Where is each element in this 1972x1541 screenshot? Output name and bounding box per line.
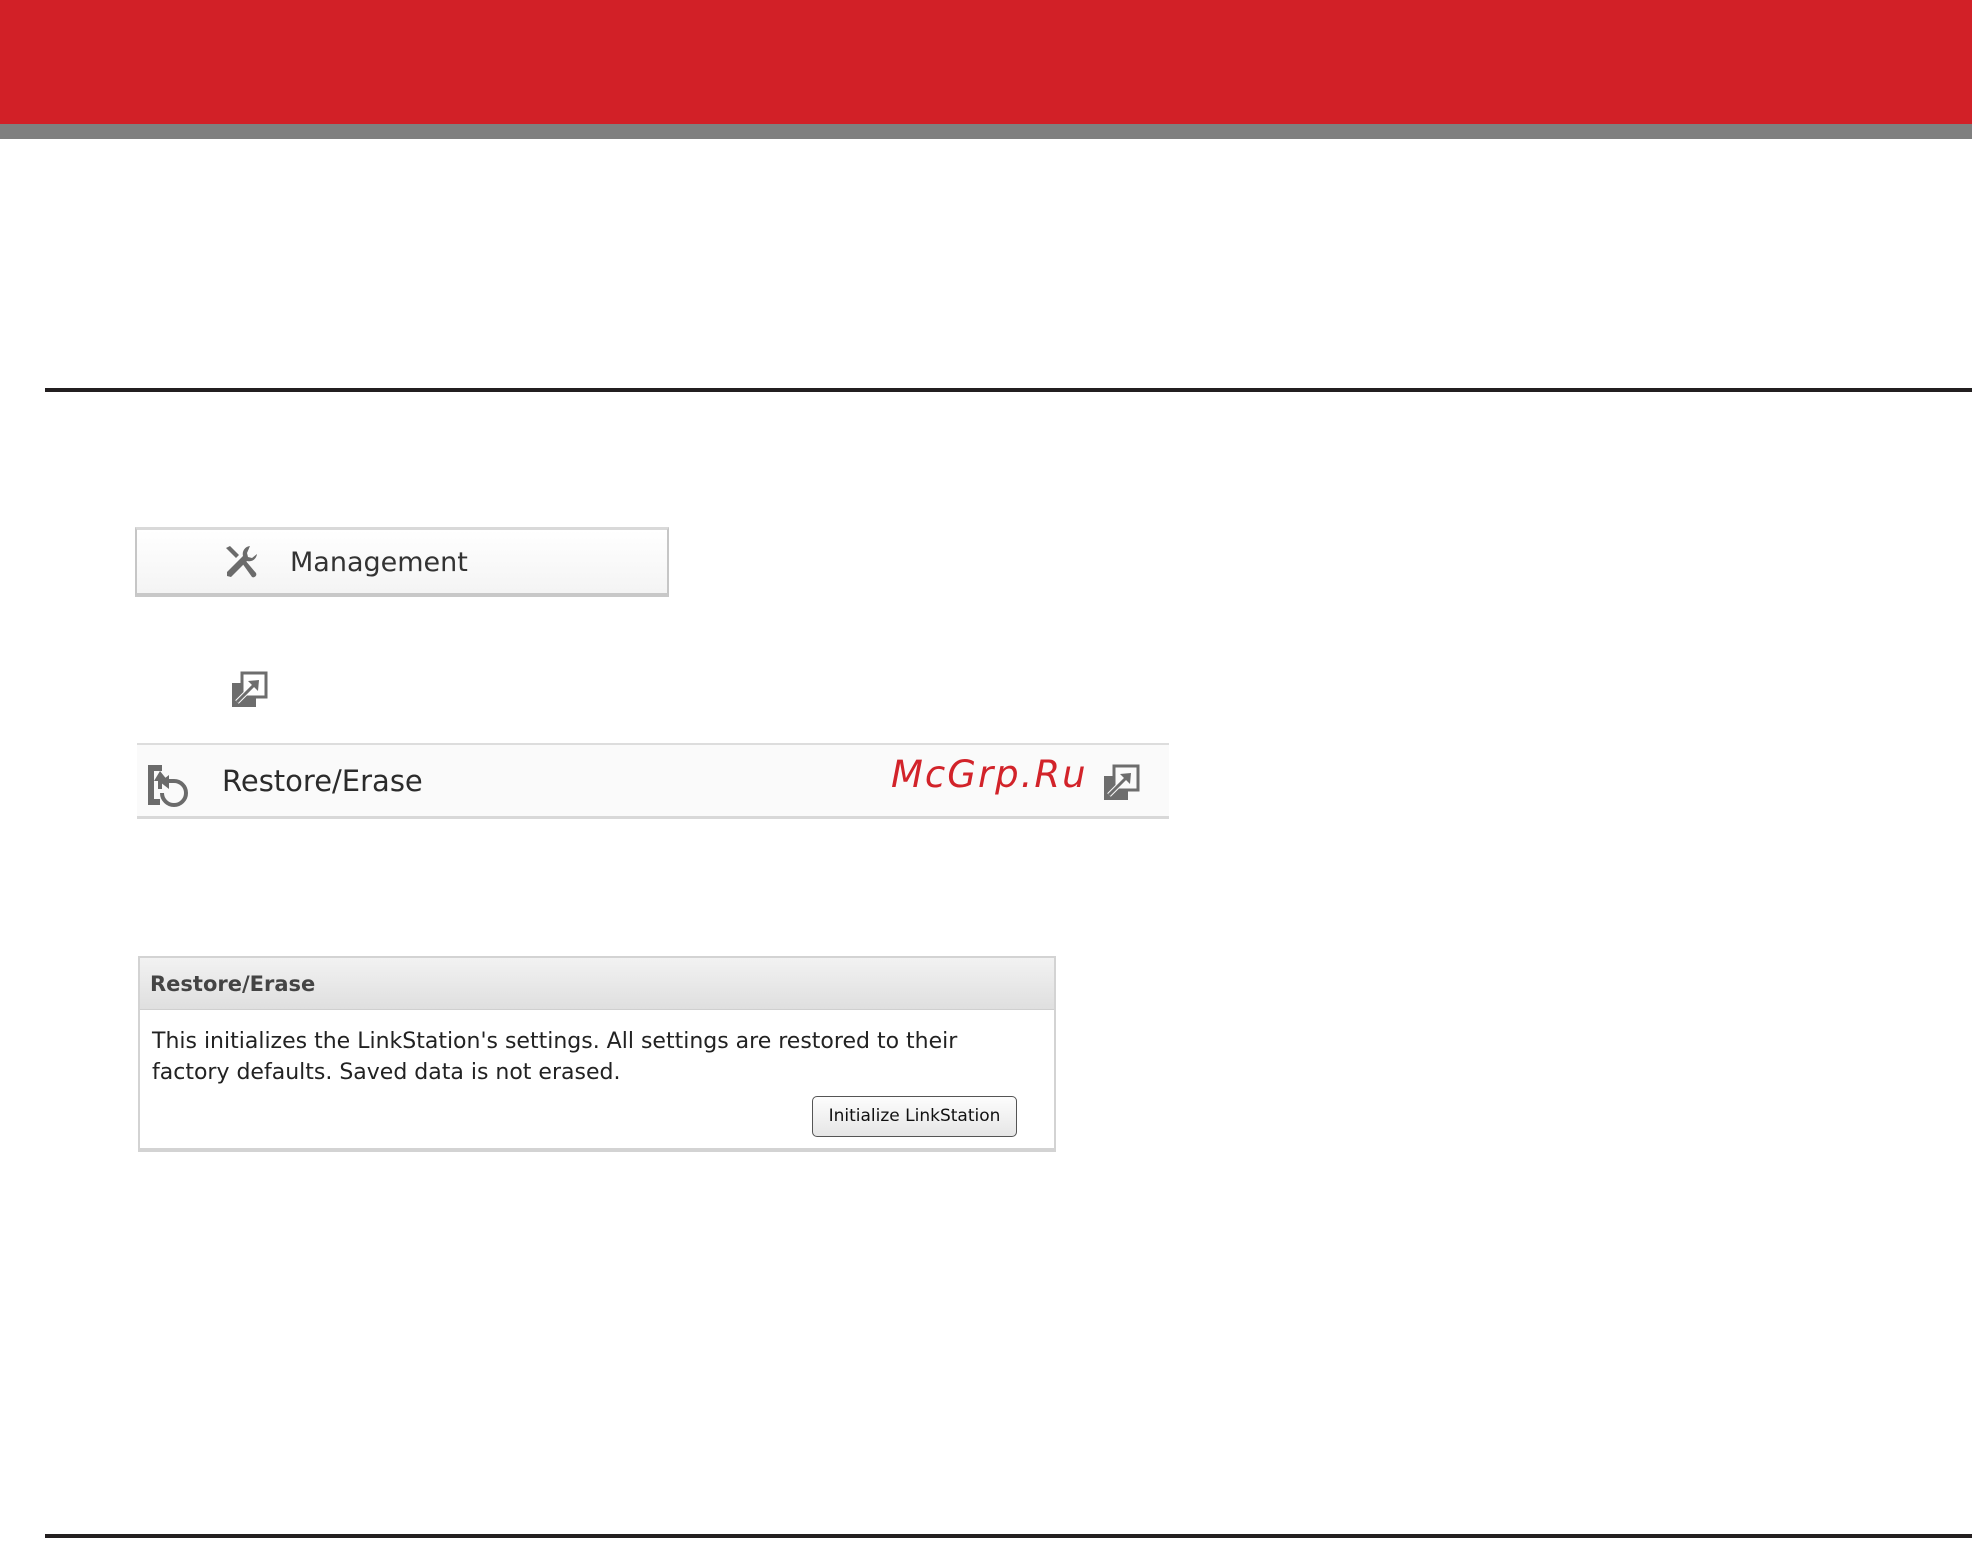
menu-item-restore-erase-label: Restore/Erase (222, 764, 423, 798)
panel-description: This initializes the LinkStation's setti… (152, 1029, 958, 1085)
menu-item-management[interactable]: Management (135, 527, 669, 597)
initialize-linkstation-button[interactable]: Initialize LinkStation (812, 1096, 1017, 1137)
watermark-text: McGrp.Ru (891, 753, 1088, 796)
tools-icon (223, 544, 261, 582)
menu-item-restore-erase[interactable]: Restore/Erase McGrp.Ru (137, 743, 1169, 819)
expand-icon[interactable] (1100, 762, 1142, 804)
menu-item-management-label: Management (290, 547, 468, 578)
section-divider-bottom (45, 1534, 1972, 1538)
restore-erase-panel: Restore/Erase This initializes the LinkS… (138, 956, 1056, 1152)
expand-icon (228, 669, 270, 711)
restore-icon (146, 763, 190, 807)
section-divider-top (45, 388, 1972, 392)
header-banner (0, 0, 1972, 124)
panel-header: Restore/Erase (140, 958, 1054, 1010)
header-banner-shadow (0, 124, 1972, 139)
panel-title: Restore/Erase (150, 972, 316, 996)
